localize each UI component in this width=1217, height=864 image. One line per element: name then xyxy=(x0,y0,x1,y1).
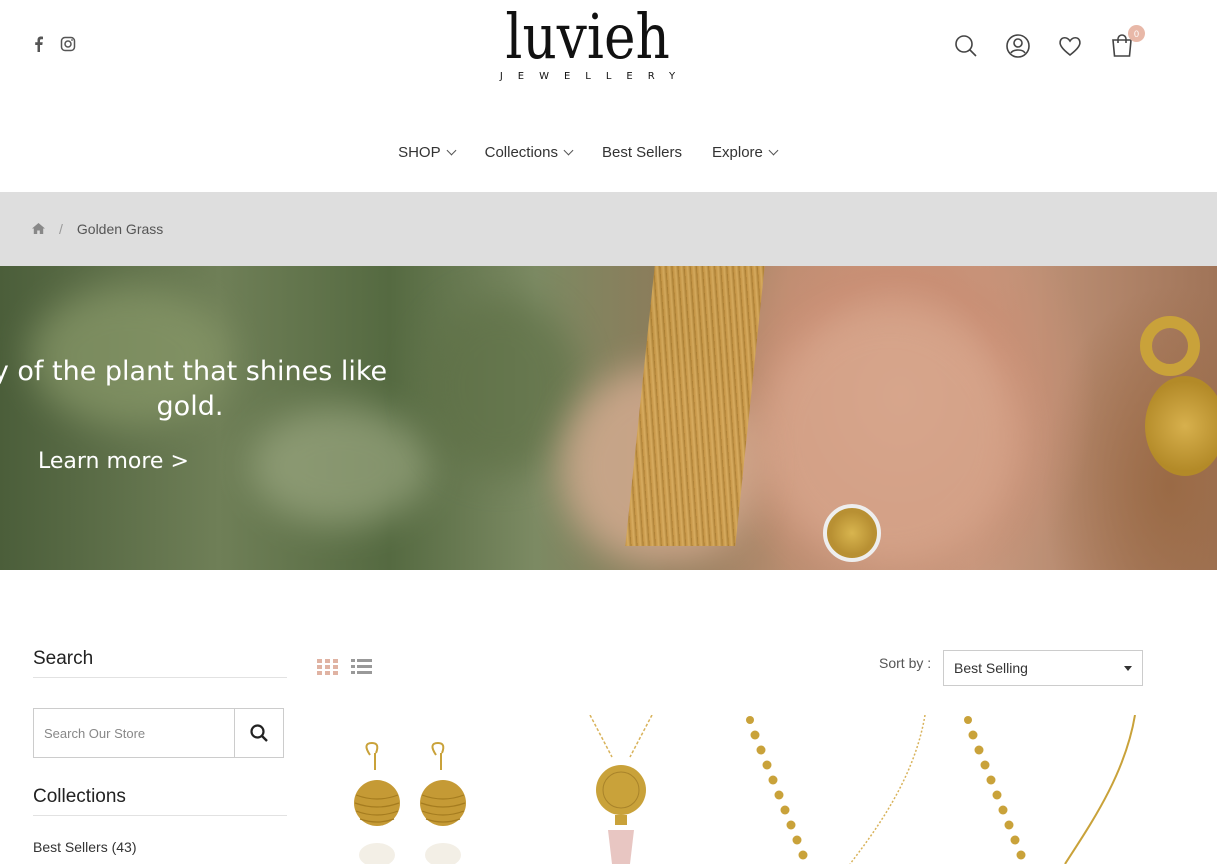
nav-label: SHOP xyxy=(398,144,441,161)
nav-label: Explore xyxy=(712,144,763,161)
divider xyxy=(33,815,287,816)
list-view-icon[interactable] xyxy=(351,659,372,680)
account-icon[interactable] xyxy=(1005,33,1031,59)
header-actions: 0 xyxy=(953,25,1145,59)
product-card[interactable] xyxy=(560,715,690,864)
divider xyxy=(33,677,287,678)
nav-label: Best Sellers xyxy=(601,144,683,161)
nav-best-sellers[interactable]: Best Sellers xyxy=(602,144,682,161)
collections-heading: Collections xyxy=(33,786,126,807)
chevron-down-icon xyxy=(563,145,574,156)
hero-headline: y of the plant that shines like gold. xyxy=(0,356,388,422)
wishlist-icon[interactable] xyxy=(1057,33,1083,59)
search-icon xyxy=(250,724,268,742)
cart-count-badge: 0 xyxy=(1128,25,1145,42)
breadcrumb: / Golden Grass xyxy=(0,192,1217,266)
sort-value: Best Selling xyxy=(954,660,1028,676)
product-card[interactable] xyxy=(740,715,940,864)
nav-explore[interactable]: Explore xyxy=(712,144,779,161)
dropdown-arrow-icon xyxy=(1124,665,1132,671)
hero-bokeh xyxy=(250,406,430,526)
search-button[interactable] xyxy=(234,709,283,757)
earring-disc xyxy=(1145,376,1217,476)
breadcrumb-separator: / xyxy=(59,221,63,237)
logo-wordmark: luvieh xyxy=(505,0,670,73)
sort-select[interactable]: Best Selling xyxy=(943,650,1143,686)
collection-link-best-sellers[interactable]: Best Sellers (43) xyxy=(33,839,136,855)
hero-face xyxy=(760,306,1020,566)
search-icon[interactable] xyxy=(953,33,979,59)
search-heading: Search xyxy=(33,648,94,669)
sort-label: Sort by : xyxy=(879,655,932,671)
nav-label: Collections xyxy=(484,144,558,161)
store-search xyxy=(33,708,284,758)
product-card[interactable] xyxy=(320,715,510,864)
product-image xyxy=(964,715,1136,864)
chevron-down-icon xyxy=(446,145,457,156)
hero-banner: y of the plant that shines like gold. Le… xyxy=(0,266,1217,570)
view-toggle xyxy=(317,659,372,680)
cart-icon[interactable]: 0 xyxy=(1109,25,1145,59)
breadcrumb-current: Golden Grass xyxy=(76,221,164,237)
search-input[interactable] xyxy=(34,709,234,757)
golden-ring xyxy=(823,504,881,562)
product-image xyxy=(589,715,653,864)
main-nav: SHOP Collections Best Sellers Explore xyxy=(0,144,1175,161)
product-card[interactable] xyxy=(960,715,1150,864)
earring-hoop xyxy=(1140,316,1200,376)
nav-collections[interactable]: Collections xyxy=(484,144,574,161)
hero-bokeh xyxy=(420,296,580,476)
chevron-down-icon xyxy=(768,145,779,156)
learn-more-link[interactable]: Learn more > xyxy=(38,449,189,474)
product-image xyxy=(746,715,926,864)
product-image xyxy=(354,741,466,864)
home-icon[interactable] xyxy=(32,221,45,237)
grid-view-icon[interactable] xyxy=(317,659,338,680)
nav-shop[interactable]: SHOP xyxy=(398,144,457,161)
